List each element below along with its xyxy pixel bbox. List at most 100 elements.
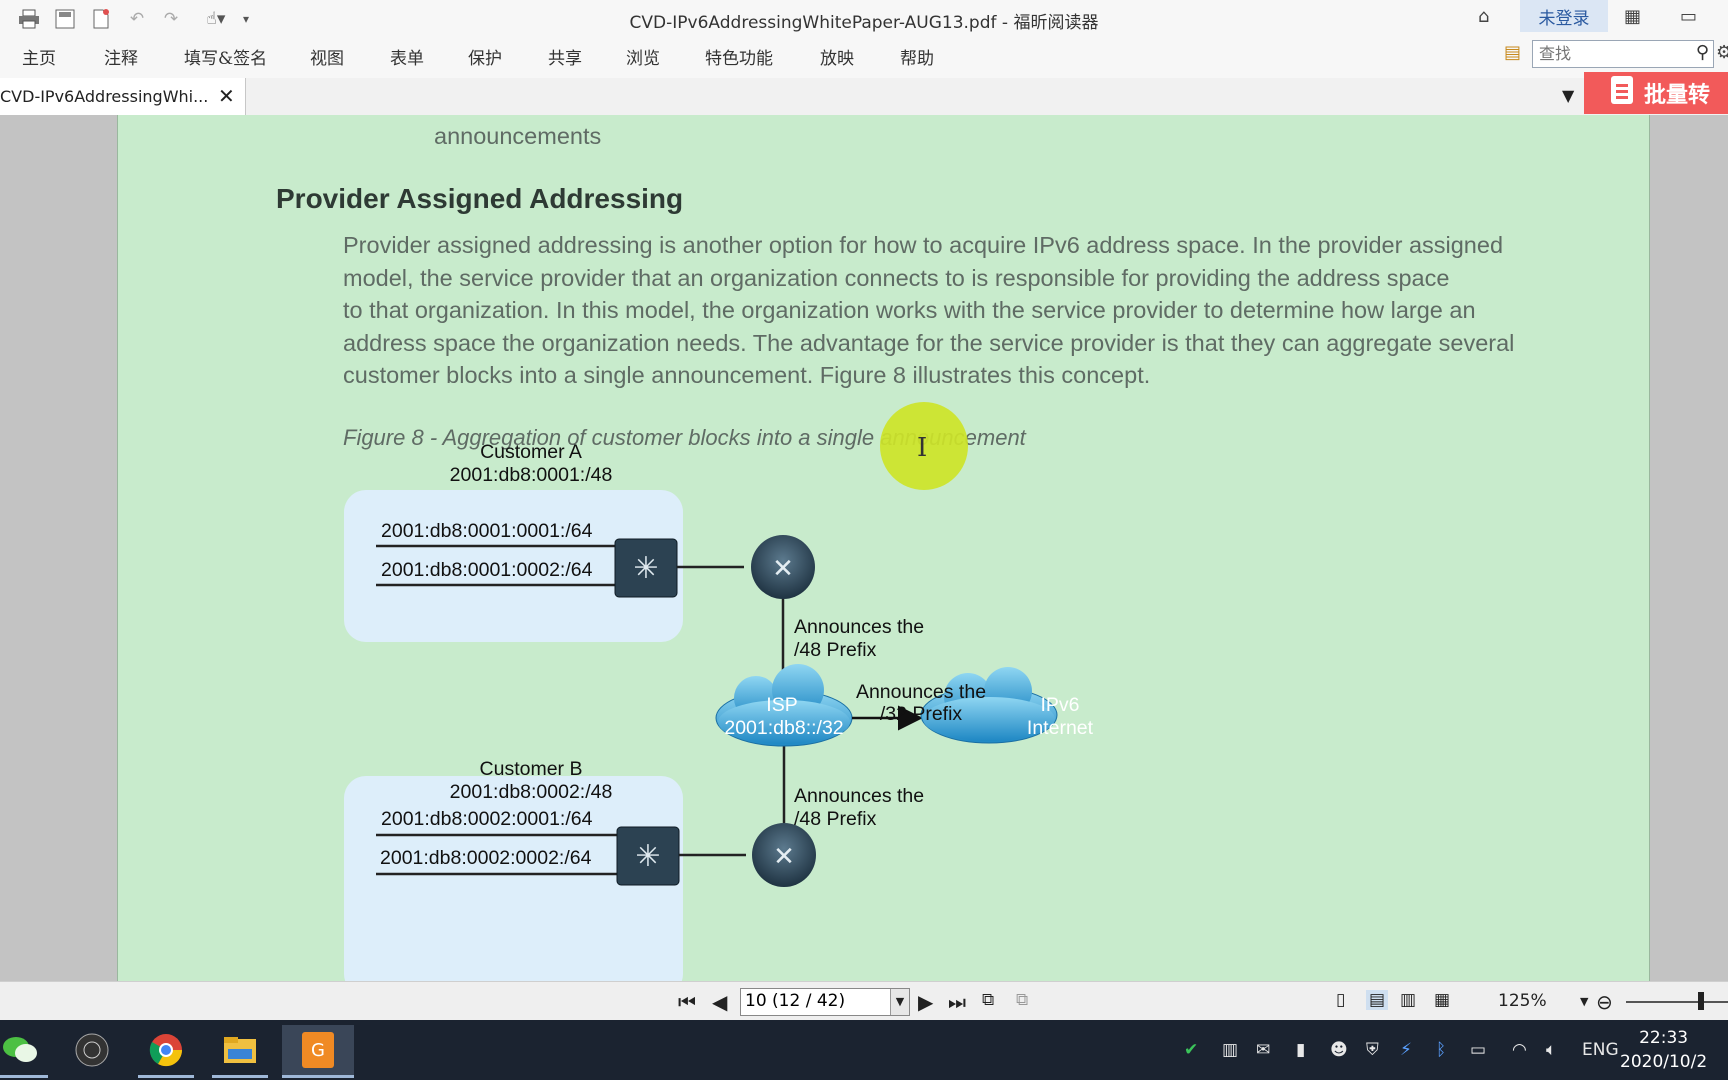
menu-protect[interactable]: 保护 bbox=[468, 44, 502, 69]
title-bar: ↶ ↷ ☝▾ ▾ CVD-IPv6AddressingWhitePaper-AU… bbox=[0, 0, 1728, 38]
menu-comment[interactable]: 注释 bbox=[104, 44, 138, 69]
switch-icon: ✳ bbox=[614, 538, 678, 598]
skin-icon[interactable]: ⌂ bbox=[1478, 6, 1489, 27]
thunder-icon[interactable]: ⚡ bbox=[1400, 1040, 1412, 1060]
document-tab-label: CVD-IPv6AddressingWhi... bbox=[0, 87, 209, 106]
volume-icon[interactable]: 🔈︎ bbox=[1546, 1040, 1556, 1060]
menu-browse[interactable]: 浏览 bbox=[626, 44, 660, 69]
zoom-dropdown-icon[interactable]: ▼ bbox=[1580, 995, 1588, 1008]
zoom-level[interactable]: 125% bbox=[1498, 991, 1547, 1011]
bluetooth-icon[interactable]: ᛒ bbox=[1436, 1040, 1446, 1060]
text-cursor-icon: I bbox=[917, 433, 928, 463]
zoom-out-icon[interactable]: ⊖ bbox=[1596, 990, 1613, 1014]
chrome-icon[interactable] bbox=[138, 1025, 194, 1078]
close-tab-icon[interactable]: ✕ bbox=[218, 84, 235, 108]
app-icon[interactable] bbox=[64, 1025, 120, 1075]
internet-line-2: Internet bbox=[1027, 717, 1094, 739]
wechat-app-icon[interactable] bbox=[0, 1025, 48, 1078]
svg-text:G: G bbox=[311, 1040, 325, 1061]
status-bar: ⏮ ◀ ▼ ▶ ⏭ ⧉ ⧉ ▯ ▤ ▥ ▦ 125% ▼ ⊖ bbox=[0, 981, 1728, 1021]
previous-page-icon[interactable]: ◀ bbox=[712, 990, 727, 1014]
last-page-icon[interactable]: ⏭ bbox=[948, 990, 966, 1014]
zoom-slider[interactable] bbox=[1626, 1001, 1728, 1003]
menu-form[interactable]: 表单 bbox=[390, 44, 424, 69]
taskbar: G ✔ ▥ ✉ ▮ ☻ ⛨ ⚡ ᛒ ▭ ◠ 🔈︎ ENG 22:33 2020/… bbox=[0, 1020, 1728, 1080]
login-button[interactable]: 未登录 bbox=[1520, 0, 1608, 32]
facing-view-icon[interactable]: ▥ bbox=[1400, 990, 1416, 1010]
customer-a-prefix: 2001:db8:0001:/48 bbox=[450, 464, 613, 486]
single-page-view-icon[interactable]: ▯ bbox=[1336, 990, 1345, 1010]
customer-a-subnet-1: 2001:db8:0001:0001:/64 bbox=[381, 520, 593, 542]
pdf-page: announcements Provider Assigned Addressi… bbox=[117, 115, 1650, 981]
search-icon[interactable]: ⚲ bbox=[1696, 42, 1709, 63]
wifi-icon[interactable]: ◠ bbox=[1512, 1040, 1527, 1060]
clock[interactable]: 22:33 2020/10/2 bbox=[1620, 1026, 1707, 1074]
internet-line-1: IPv6 bbox=[1040, 694, 1079, 716]
customer-a-subnet-2: 2001:db8:0001:0002:/64 bbox=[381, 559, 593, 581]
tab-bar: CVD-IPv6AddressingWhi... ✕ ▼ bbox=[0, 78, 1728, 116]
microphone-icon[interactable]: ▮ bbox=[1296, 1040, 1305, 1060]
document-tab[interactable]: CVD-IPv6AddressingWhi... ✕ bbox=[0, 78, 246, 115]
zoom-slider-thumb[interactable] bbox=[1698, 992, 1704, 1010]
document-viewport[interactable]: announcements Provider Assigned Addressi… bbox=[0, 115, 1728, 981]
foxit-reader-icon[interactable]: G bbox=[282, 1025, 354, 1078]
customer-a-name: Customer A bbox=[480, 441, 582, 463]
wechat-tray-icon[interactable]: ✉ bbox=[1256, 1040, 1270, 1060]
customer-b-subnet-2: 2001:db8:0002:0002:/64 bbox=[380, 847, 592, 869]
announce-bottom-line-2: /48 Prefix bbox=[794, 808, 877, 830]
announce-32-line-2: /32 Prefix bbox=[880, 703, 963, 725]
settings-gear-icon[interactable]: ⚙ bbox=[1716, 42, 1728, 63]
isp-prefix: 2001:db8::/32 bbox=[724, 717, 843, 739]
menu-features[interactable]: 特色功能 bbox=[705, 44, 773, 69]
batch-convert-banner[interactable]: 批量转 bbox=[1584, 72, 1728, 114]
continuous-facing-view-icon[interactable]: ▦ bbox=[1434, 990, 1450, 1010]
menu-bar: 主页 注释 填写&签名 视图 表单 保护 共享 浏览 特色功能 放映 帮助 bbox=[0, 38, 1728, 78]
search-input[interactable] bbox=[1533, 41, 1685, 65]
input-language[interactable]: ENG bbox=[1582, 1040, 1619, 1060]
first-page-icon[interactable]: ⏮ bbox=[678, 990, 696, 1014]
clock-date: 2020/10/2 bbox=[1620, 1052, 1708, 1072]
page-tool-disabled-icon[interactable]: ⧉ bbox=[1016, 990, 1028, 1010]
announce-bottom-line-1: Announces the bbox=[794, 785, 924, 807]
tab-list-chevron-icon[interactable]: ▼ bbox=[1562, 86, 1574, 105]
router-icon: ✕ bbox=[752, 823, 816, 887]
customer-b-name: Customer B bbox=[480, 758, 583, 780]
svg-text:✕: ✕ bbox=[772, 554, 794, 584]
layout-grid-icon[interactable]: ▦ bbox=[1624, 6, 1641, 27]
announce-top-line-2: /48 Prefix bbox=[794, 639, 877, 661]
qq-icon[interactable]: ☻ bbox=[1330, 1040, 1348, 1060]
customer-b-subnet-1: 2001:db8:0002:0001:/64 bbox=[381, 808, 593, 830]
menu-view[interactable]: 视图 bbox=[310, 44, 344, 69]
minimize-icon[interactable]: ▭ bbox=[1680, 6, 1697, 27]
tray-app-icon[interactable]: ▥ bbox=[1222, 1040, 1238, 1060]
batch-convert-label: 批量转 bbox=[1644, 83, 1711, 108]
search-field[interactable]: ⚲ bbox=[1532, 40, 1714, 68]
menu-share[interactable]: 共享 bbox=[548, 44, 582, 69]
page-number-input[interactable] bbox=[741, 989, 889, 1013]
router-icon: ✕ bbox=[751, 535, 815, 599]
svg-text:✳: ✳ bbox=[635, 839, 660, 874]
menu-home[interactable]: 主页 bbox=[22, 44, 56, 69]
security-shield-icon[interactable]: ✔ bbox=[1184, 1040, 1198, 1060]
file-explorer-icon[interactable] bbox=[212, 1025, 268, 1078]
page-dropdown-icon[interactable]: ▼ bbox=[890, 989, 909, 1015]
customer-b-prefix: 2001:db8:0002:/48 bbox=[450, 781, 613, 803]
battery-icon[interactable]: ▭ bbox=[1470, 1040, 1486, 1060]
continuous-view-icon[interactable]: ▤ bbox=[1366, 990, 1389, 1010]
defender-icon[interactable]: ⛨ bbox=[1366, 1040, 1379, 1060]
find-tool-icon[interactable]: ▤ bbox=[1504, 42, 1521, 63]
announce-top-line-1: Announces the bbox=[794, 616, 924, 638]
window-title: CVD-IPv6AddressingWhitePaper-AUG13.pdf -… bbox=[629, 13, 1099, 33]
network-diagram: ✳ ✕ ✳ ✕ Customer A 2001:db8:0001:/48 200… bbox=[344, 441, 1094, 981]
clock-time: 22:33 bbox=[1639, 1028, 1689, 1048]
isp-name: ISP bbox=[766, 694, 797, 716]
menu-fill-sign[interactable]: 填写&签名 bbox=[184, 44, 267, 69]
svg-text:✳: ✳ bbox=[633, 551, 658, 586]
switch-icon: ✳ bbox=[616, 826, 680, 886]
page-tool-icon[interactable]: ⧉ bbox=[982, 990, 994, 1010]
page-number-box[interactable]: ▼ bbox=[740, 988, 910, 1016]
document-icon bbox=[1610, 75, 1634, 111]
menu-slideshow[interactable]: 放映 bbox=[820, 44, 854, 69]
menu-help[interactable]: 帮助 bbox=[900, 44, 934, 69]
next-page-icon[interactable]: ▶ bbox=[918, 990, 933, 1014]
